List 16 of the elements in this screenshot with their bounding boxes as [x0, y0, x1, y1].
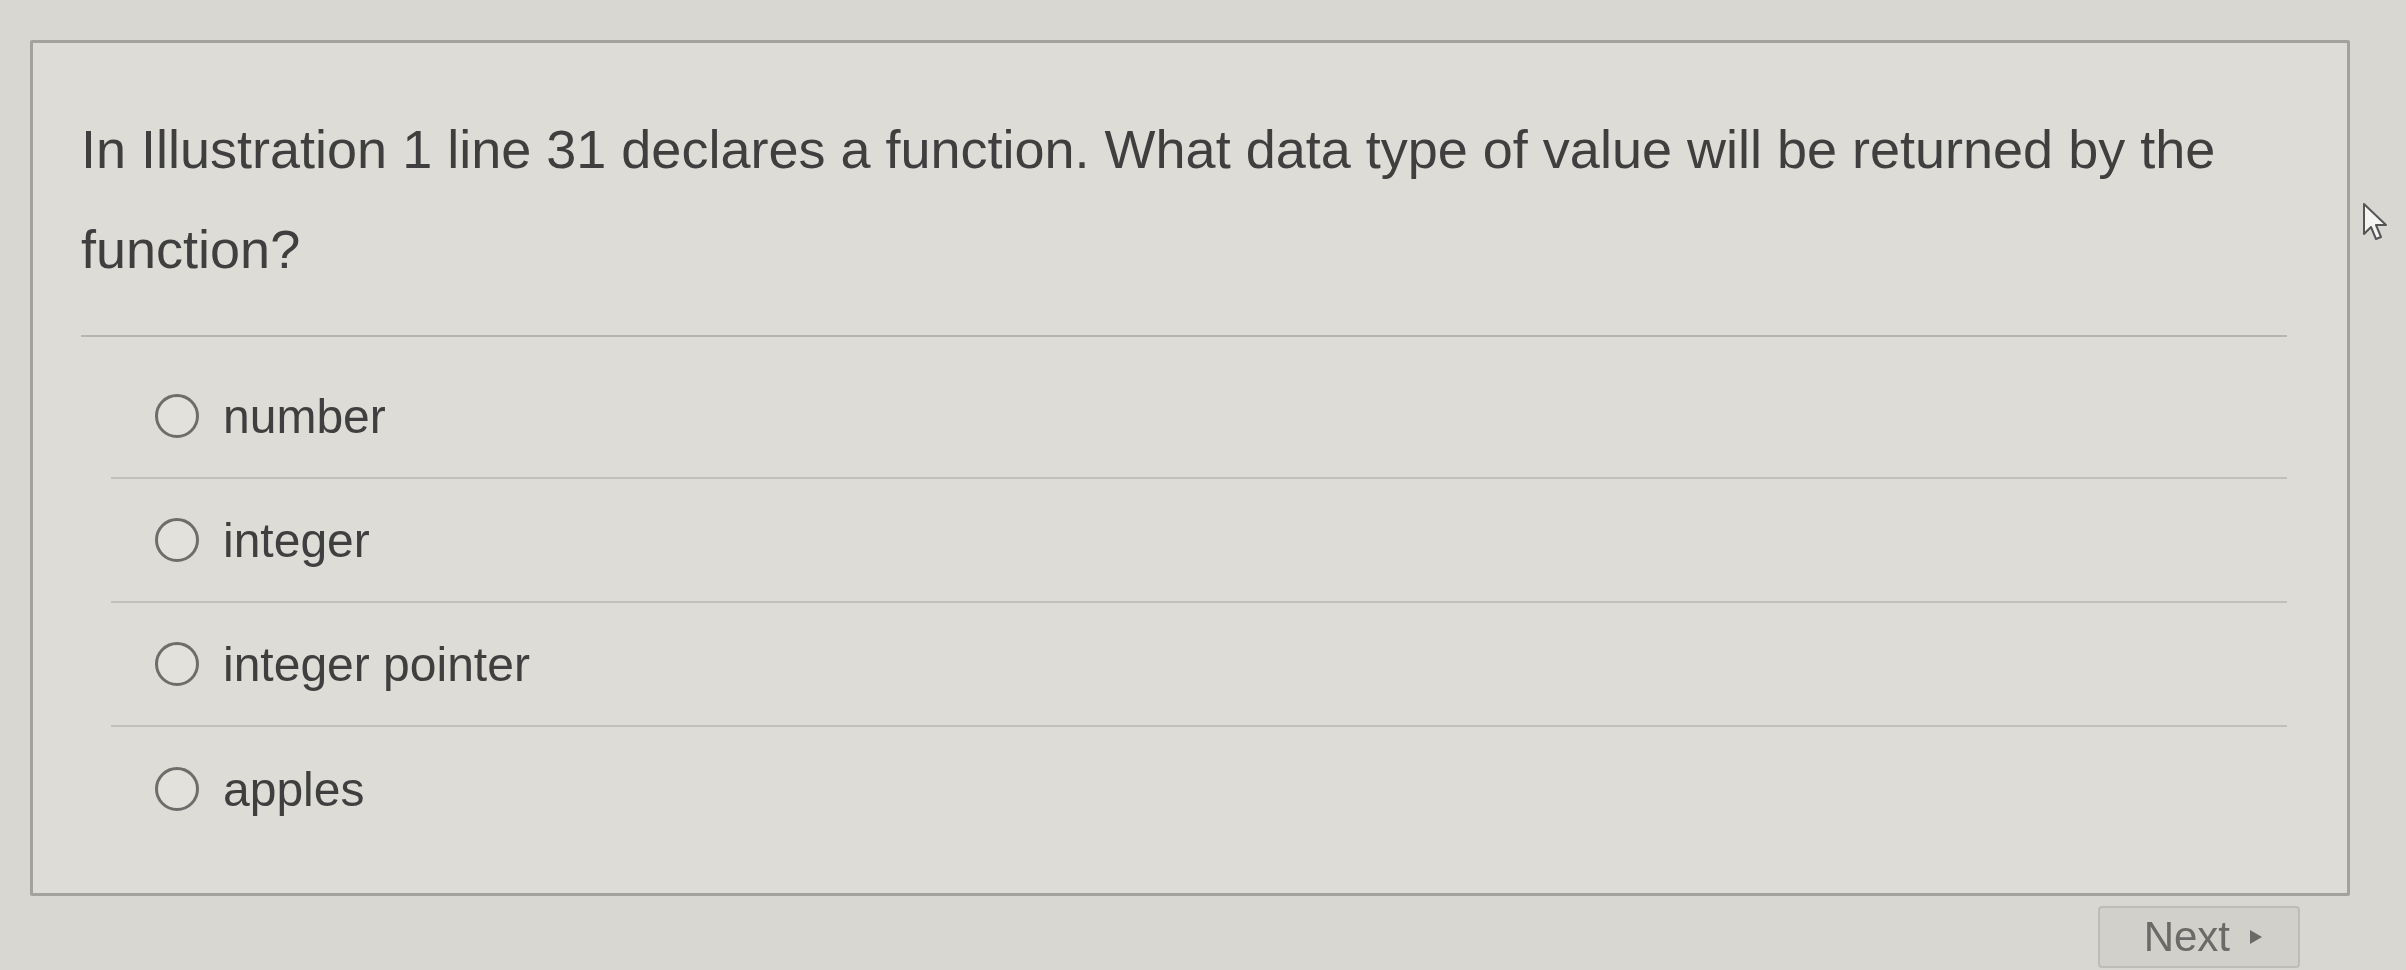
radio-button[interactable]	[155, 767, 199, 811]
question-text: In Illustration 1 line 31 declares a function. What data type of value will be returned by the function?	[81, 99, 2287, 337]
option-label: number	[223, 388, 386, 444]
answer-option[interactable]: integer pointer	[111, 603, 2287, 727]
mouse-pointer-icon	[2362, 202, 2390, 242]
option-label: integer pointer	[223, 636, 530, 692]
caret-icon	[2250, 930, 2262, 944]
radio-button[interactable]	[155, 518, 199, 562]
answer-option[interactable]: number	[111, 355, 2287, 479]
next-button[interactable]: Next	[2097, 906, 2300, 968]
answer-option[interactable]: apples	[111, 727, 2287, 851]
answer-option[interactable]: integer	[111, 479, 2287, 603]
option-label: integer	[223, 512, 370, 568]
option-label: apples	[223, 761, 365, 817]
radio-button[interactable]	[155, 642, 199, 686]
radio-button[interactable]	[155, 394, 199, 438]
